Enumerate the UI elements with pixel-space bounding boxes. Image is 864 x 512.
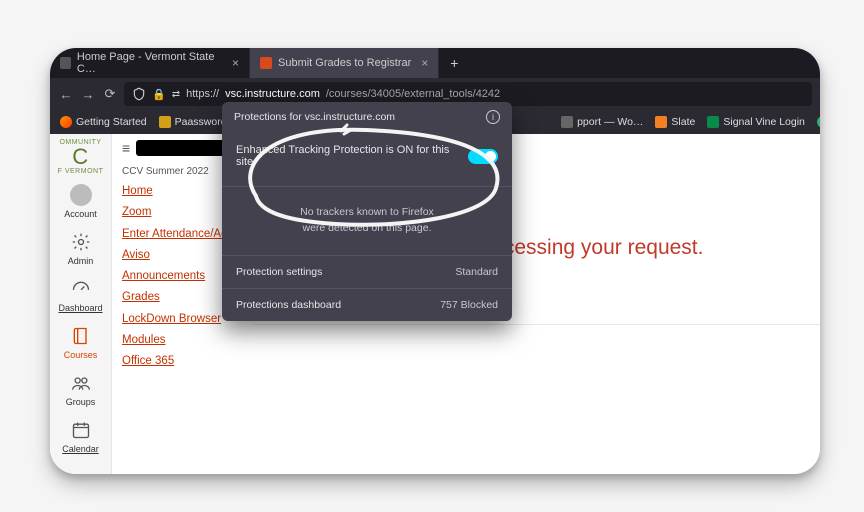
- cnav-office365[interactable]: Office 365: [122, 353, 244, 370]
- divider: [254, 324, 820, 325]
- nav-dashboard[interactable]: Dashboard: [52, 272, 110, 319]
- back-icon[interactable]: ←: [58, 86, 74, 102]
- protection-settings-row[interactable]: Protection settings Standard: [222, 256, 512, 288]
- canvas-global-nav: OMMUNITY C F VERMONT Account Admin Dashb…: [50, 134, 112, 474]
- info-icon[interactable]: i: [486, 110, 500, 124]
- canvas-logo[interactable]: OMMUNITY C F VERMONT: [52, 136, 110, 178]
- url-scheme: https://: [186, 88, 219, 100]
- lock-icon[interactable]: 🔒: [152, 88, 166, 101]
- signal-icon: [707, 116, 719, 128]
- protections-dashboard-row[interactable]: Protections dashboard 757 Blocked: [222, 288, 512, 321]
- bookmark-item[interactable]: Home - Aviso Engage: [813, 116, 820, 128]
- slate-icon: [655, 116, 667, 128]
- forward-icon[interactable]: →: [80, 86, 96, 102]
- account-icon: [70, 184, 92, 206]
- nav-courses[interactable]: Courses: [52, 319, 110, 366]
- etp-toggle-row: Enhanced Tracking Protection is ON for t…: [222, 132, 512, 187]
- browser-tab-active[interactable]: Submit Grades to Registrar ×: [250, 48, 439, 78]
- favicon-generic: [60, 57, 71, 69]
- nav-groups[interactable]: Groups: [52, 366, 110, 413]
- bookmark-item[interactable]: Slate: [651, 116, 699, 128]
- redacted-course-name: [136, 140, 226, 156]
- browser-tab-inactive[interactable]: Home Page - Vermont State C… ×: [50, 48, 250, 78]
- admin-icon: [70, 231, 92, 253]
- popup-header: Protections for vsc.instructure.com i: [222, 102, 512, 132]
- dashboard-icon: [70, 278, 92, 300]
- screenshot-card: Home Page - Vermont State C… × Submit Gr…: [50, 48, 820, 474]
- shield-icon[interactable]: [132, 87, 146, 101]
- url-host: vsc.instructure.com: [225, 88, 320, 100]
- tab-label: Home Page - Vermont State C…: [77, 51, 222, 75]
- protections-popup: Protections for vsc.instructure.com i En…: [222, 102, 512, 321]
- etp-toggle[interactable]: [468, 149, 498, 164]
- tab-label: Submit Grades to Registrar: [278, 57, 411, 69]
- groups-icon: [70, 372, 92, 394]
- courses-icon: [70, 325, 92, 347]
- new-tab-button[interactable]: +: [439, 48, 469, 78]
- reload-icon[interactable]: ⟳: [102, 86, 118, 102]
- nav-admin[interactable]: Admin: [52, 225, 110, 272]
- bookmark-item[interactable]: pport — Wo…: [557, 116, 647, 128]
- globe-icon: [817, 116, 820, 128]
- bookmark-icon: [561, 116, 573, 128]
- key-icon: [159, 116, 171, 128]
- favicon-canvas: [260, 57, 272, 69]
- close-icon[interactable]: ×: [232, 56, 239, 70]
- permissions-icon[interactable]: ⇄: [172, 89, 180, 100]
- bookmark-item[interactable]: Getting Started: [56, 116, 151, 128]
- popup-body: No trackers known to Firefox were detect…: [222, 187, 512, 256]
- firefox-icon: [60, 116, 72, 128]
- close-icon[interactable]: ×: [421, 56, 428, 70]
- nav-calendar[interactable]: Calendar: [52, 413, 110, 460]
- cnav-modules[interactable]: Modules: [122, 332, 244, 349]
- bookmark-item[interactable]: Signal Vine Login: [703, 116, 809, 128]
- url-path: /courses/34005/external_tools/4242: [326, 88, 500, 100]
- hamburger-icon[interactable]: ≡: [122, 140, 130, 156]
- tab-strip: Home Page - Vermont State C… × Submit Gr…: [50, 48, 820, 78]
- calendar-icon: [70, 419, 92, 441]
- nav-account[interactable]: Account: [52, 178, 110, 225]
